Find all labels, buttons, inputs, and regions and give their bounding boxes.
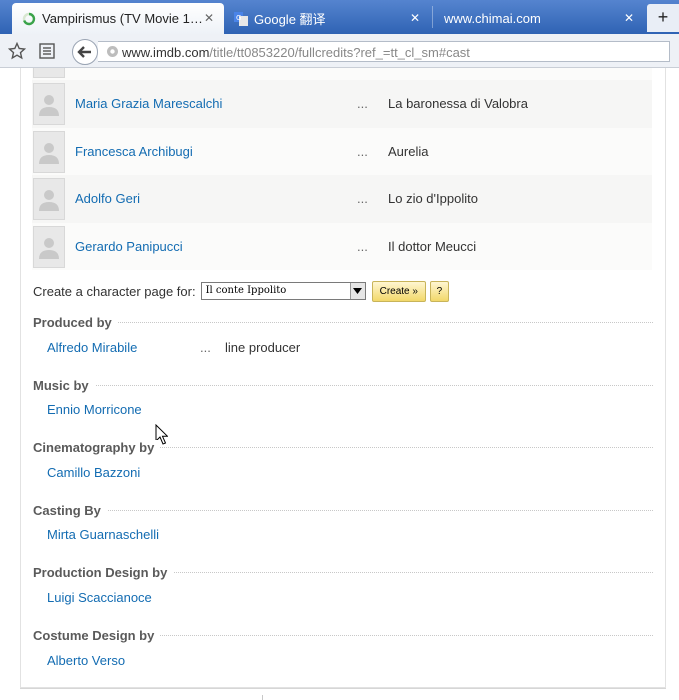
character-name: Aurelia [388,143,429,159]
character-name: La baronessa di Valobra [388,96,528,112]
character-select[interactable]: Il conte Ippolito [200,282,366,300]
ellipsis: ... [357,238,368,254]
dropdown-arrow-icon[interactable] [349,283,365,299]
create-character-form: Create a character page for: Il conte Ip… [33,280,449,302]
cast-name-link[interactable]: Adolfo Geri [75,191,140,206]
address-bar[interactable]: www.imdb.com/title/tt0853220/fullcredits… [98,41,670,62]
character-name: Il dottor Meucci [388,238,477,254]
section-title: Music by [33,378,95,393]
ellipsis: ... [200,340,211,355]
person-placeholder-icon[interactable] [33,83,65,125]
section-title: Produced by [33,315,118,330]
table-row [32,68,652,80]
cast-table: Maria Grazia Marescalchi ... La baroness… [32,68,652,270]
new-tab-button[interactable]: + [647,4,679,32]
tab-separator [432,6,433,28]
page-bottom-border [20,688,666,689]
create-character-label: Create a character page for: [33,283,196,299]
help-button[interactable]: ? [429,280,449,302]
google-translate-icon: G [234,11,248,26]
costume-designer-name-link[interactable]: Alberto Verso [47,653,125,668]
browser-tab-strip: Vampirismus (TV Movie 1… ✕ G Google 翻译 ✕… [0,0,679,34]
ellipsis: ... [357,191,368,207]
tab-google-translate[interactable]: G Google 翻译 ✕ [226,3,430,34]
composer-name-link[interactable]: Ennio Morricone [47,402,142,417]
table-row: Gerardo Panipucci ... Il dottor Meucci [32,222,652,270]
page-content: Maria Grazia Marescalchi ... La baroness… [0,68,679,700]
tab-chimai[interactable]: www.chimai.com ✕ [434,3,644,34]
url-host: www.imdb.com [122,45,210,60]
tab-vampirismus[interactable]: Vampirismus (TV Movie 1… ✕ [12,3,224,34]
dotted-divider [33,322,653,323]
create-button[interactable]: Create » [371,280,426,302]
cinematographer-name-link[interactable]: Camillo Bazzoni [47,465,140,480]
section-costume-design-by: Costume Design by [33,627,653,643]
section-title: Costume Design by [33,628,161,643]
person-placeholder-icon[interactable] [33,225,65,268]
dotted-divider [33,385,653,386]
close-icon[interactable]: ✕ [408,11,422,25]
reader-list-icon[interactable] [38,42,56,60]
back-arrow-icon [77,46,91,58]
producer-name-link[interactable]: Alfredo Mirabile [47,340,137,355]
cast-name-link[interactable]: Maria Grazia Marescalchi [75,96,222,111]
casting-director-name-link[interactable]: Mirta Guarnaschelli [47,527,159,542]
person-placeholder-icon[interactable] [33,178,65,220]
cast-name-link[interactable]: Francesca Archibugi [75,144,193,159]
section-music-by: Music by [33,377,653,393]
url-text: www.imdb.com/title/tt0853220/fullcredits… [122,45,470,60]
close-icon[interactable]: ✕ [202,11,216,25]
producer-role: line producer [225,340,301,355]
svg-text:G: G [236,14,241,22]
globe-icon [107,46,118,57]
character-select-value: Il conte Ippolito [205,285,287,296]
ellipsis: ... [357,143,368,159]
section-produced-by: Produced by [33,314,653,330]
table-row: Maria Grazia Marescalchi ... La baroness… [32,80,652,128]
section-production-design-by: Production Design by [33,564,653,580]
tab-title: www.chimai.com [444,11,541,26]
page-bottom-divider [262,695,263,700]
url-path: /title/tt0853220/fullcredits?ref_=tt_cl_… [209,45,470,60]
section-title: Production Design by [33,565,174,580]
cast-name-link[interactable]: Gerardo Panipucci [75,239,183,254]
ellipsis: ... [357,96,368,112]
browser-toolbar: www.imdb.com/title/tt0853220/fullcredits… [0,34,679,68]
table-row: Francesca Archibugi ... Aurelia [32,127,652,175]
dotted-divider [33,510,653,511]
close-icon[interactable]: ✕ [622,11,636,25]
character-name: Lo zio d'Ippolito [388,191,478,207]
section-title: Cinematography by [33,440,161,455]
cast-photo-placeholder [33,68,65,78]
back-button[interactable] [72,39,98,65]
tab-title: Google 翻译 [254,12,326,27]
production-designer-name-link[interactable]: Luigi Scaccianoce [47,590,152,605]
section-cinematography-by: Cinematography by [33,439,653,455]
section-casting-by: Casting By [33,502,653,518]
section-title: Casting By [33,503,107,518]
star-icon[interactable] [8,42,26,60]
loading-spinner-icon [22,12,36,25]
table-row: Adolfo Geri ... Lo zio d'Ippolito [32,175,652,223]
person-placeholder-icon[interactable] [33,130,65,173]
tab-title: Vampirismus (TV Movie 1… [42,11,203,26]
